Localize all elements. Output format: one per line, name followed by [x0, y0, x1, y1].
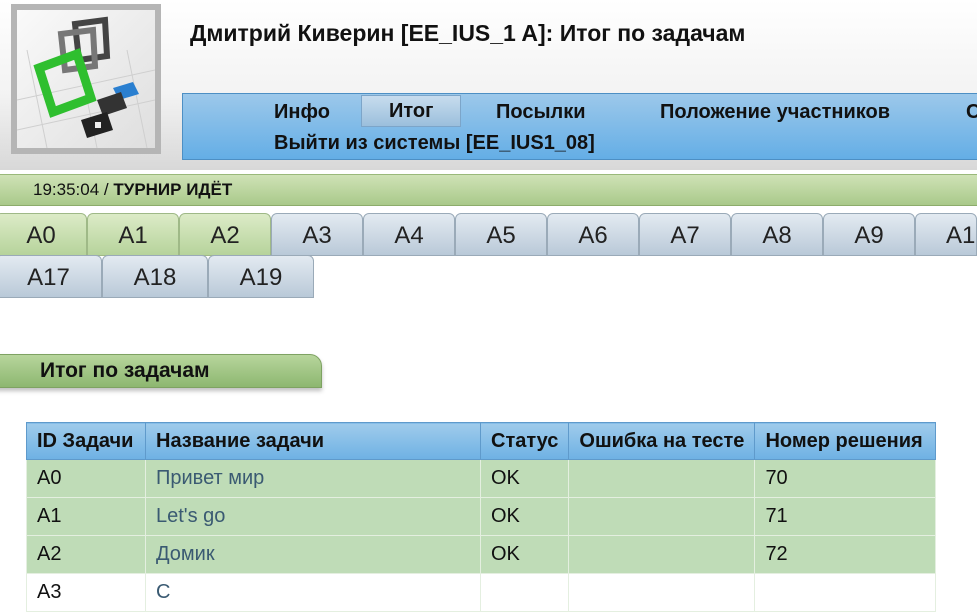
cell-task-name: Привет мир: [145, 459, 481, 498]
page-title: Дмитрий Киверин [EE_IUS_1 A]: Итог по за…: [190, 20, 746, 46]
cell-task-name: С: [145, 573, 481, 612]
task-name-link[interactable]: Домик: [156, 543, 215, 565]
status-line: 19:35:04 / ТУРНИР ИДЁТ: [33, 175, 232, 205]
tab-problem-a7[interactable]: A7: [639, 213, 731, 256]
cell-task-id: A0: [26, 459, 146, 498]
cell-status: [479, 573, 570, 612]
cell-task-id: A2: [26, 535, 146, 574]
menu-item-summary[interactable]: Итог: [361, 95, 462, 127]
cell-failed-test: [568, 497, 756, 536]
column-header-failed-test: Ошибка на тесте: [568, 422, 756, 460]
cell-task-name: Домик: [145, 535, 481, 574]
tab-problem-a6[interactable]: A6: [547, 213, 639, 256]
cell-status: OK: [479, 459, 570, 498]
table-row: A2 Домик OK 72: [26, 535, 937, 574]
tab-problem-a2[interactable]: A2: [179, 213, 271, 256]
task-name-link[interactable]: С: [156, 581, 170, 603]
column-header-run-id: Номер решения: [754, 422, 937, 460]
contest-state: ТУРНИР ИДЁТ: [113, 180, 233, 199]
tab-problem-a19[interactable]: A19: [208, 255, 314, 298]
logout-link[interactable]: Выйти из системы [EE_IUS1_08]: [274, 132, 595, 155]
tab-problem-a4[interactable]: A4: [363, 213, 455, 256]
table-header-row: ID Задачи Название задачи Статус Ошибка …: [26, 422, 937, 460]
menu-item-standings[interactable]: Положение участников: [660, 97, 890, 127]
cell-failed-test: [568, 573, 756, 612]
cell-task-id: A3: [26, 573, 146, 612]
table-row: A0 Привет мир OK 70: [26, 459, 937, 498]
tab-problem-a8[interactable]: A8: [731, 213, 823, 256]
cell-run-id: [754, 573, 937, 612]
cell-failed-test: [568, 459, 756, 498]
site-logo[interactable]: [11, 4, 161, 154]
cell-status: OK: [479, 535, 570, 574]
logo-icon: [16, 10, 156, 149]
tab-problem-a3[interactable]: A3: [271, 213, 363, 256]
cell-task-id: A1: [26, 497, 146, 536]
menu-item-info[interactable]: Инфо: [274, 97, 330, 127]
tab-problem-a0[interactable]: A0: [0, 213, 87, 256]
cell-run-id: 71: [754, 497, 937, 536]
tab-problem-a17[interactable]: A17: [0, 255, 102, 298]
task-name-link[interactable]: Привет мир: [156, 467, 264, 489]
server-time: 19:35:04 /: [33, 180, 109, 199]
column-header-name: Название задачи: [145, 422, 481, 460]
cell-status: OK: [479, 497, 570, 536]
cell-task-name: Let's go: [145, 497, 481, 536]
cell-run-id: 72: [754, 535, 937, 574]
cell-run-id: 70: [754, 459, 937, 498]
task-name-link[interactable]: Let's go: [156, 505, 225, 527]
tab-problem-a1[interactable]: A1: [87, 213, 179, 256]
section-title: Итог по задачам: [40, 359, 210, 382]
tab-problem-a18[interactable]: A18: [102, 255, 208, 298]
table-row: A1 Let's go OK 71: [26, 497, 937, 536]
tab-problem-a5[interactable]: A5: [455, 213, 547, 256]
results-table: ID Задачи Название задачи Статус Ошибка …: [26, 422, 937, 612]
page-header: Дмитрий Киверин [EE_IUS_1 A]: Итог по за…: [0, 0, 977, 170]
tab-problem-a1x[interactable]: A1: [915, 213, 977, 256]
main-menu: Инфо Итог Посылки Положение участников С…: [182, 93, 977, 160]
menu-item-submissions[interactable]: Посылки: [496, 97, 586, 127]
column-header-id: ID Задачи: [26, 422, 146, 460]
column-header-status: Статус: [479, 422, 570, 460]
contest-status-bar: 19:35:04 / ТУРНИР ИДЁТ: [0, 174, 977, 206]
tab-problem-a9[interactable]: A9: [823, 213, 915, 256]
table-row: A3 С: [26, 573, 937, 612]
cell-failed-test: [568, 535, 756, 574]
menu-item-more[interactable]: С: [966, 97, 977, 127]
